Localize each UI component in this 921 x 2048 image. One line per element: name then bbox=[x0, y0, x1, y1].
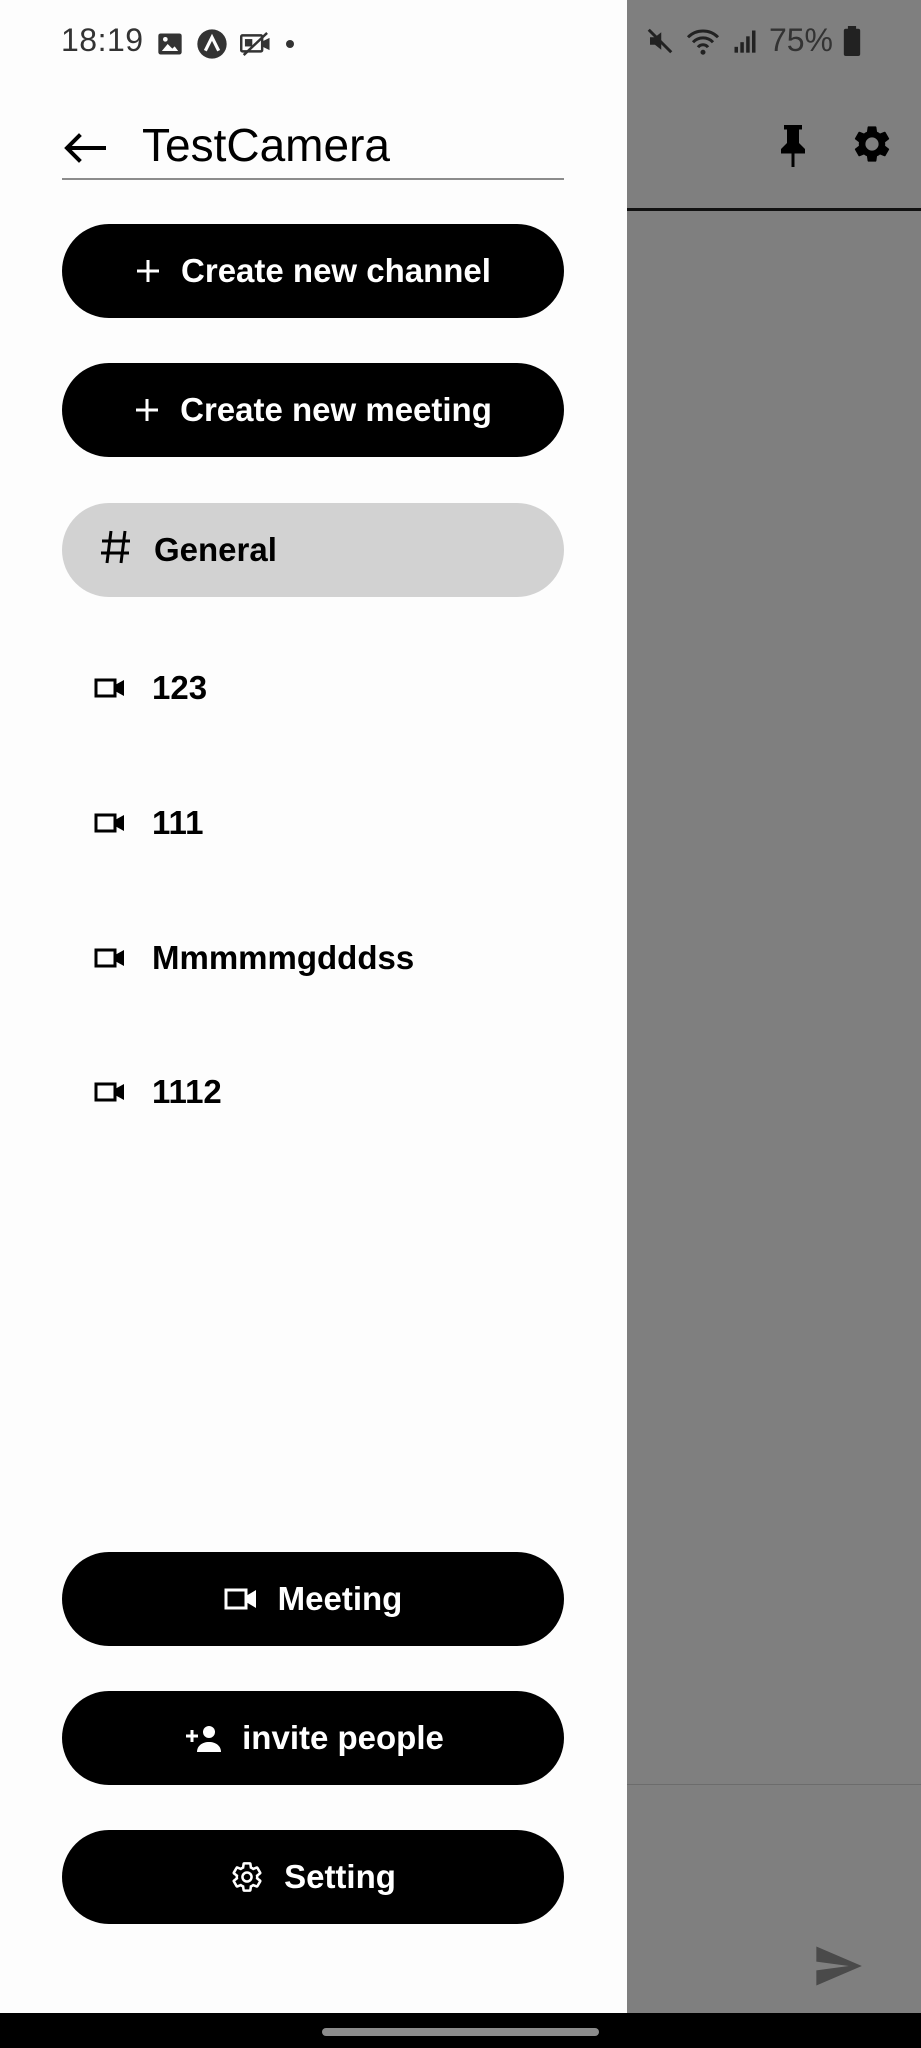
video-camera-icon bbox=[224, 1587, 258, 1611]
status-bar: 18:19 75% bbox=[0, 0, 921, 92]
meeting-item[interactable]: Mmmmmgdddss bbox=[62, 918, 564, 998]
home-gesture-handle[interactable] bbox=[322, 2028, 599, 2036]
notification-icons bbox=[156, 28, 296, 60]
battery-percent: 75% bbox=[768, 22, 833, 58]
wifi-icon bbox=[686, 29, 720, 55]
gallery-icon bbox=[158, 33, 182, 55]
create-meeting-button[interactable]: Create new meeting bbox=[62, 363, 564, 457]
navigation-drawer: TestCamera Create new channel Create new… bbox=[0, 0, 627, 2013]
meeting-item[interactable]: 111 bbox=[62, 783, 564, 863]
setting-button[interactable]: Setting bbox=[62, 1830, 564, 1924]
video-camera-icon bbox=[94, 947, 130, 969]
signal-icon bbox=[734, 30, 756, 53]
send-icon[interactable] bbox=[812, 1940, 864, 1992]
plus-icon bbox=[135, 258, 161, 284]
add-person-icon bbox=[182, 1723, 222, 1753]
create-channel-label: Create new channel bbox=[181, 252, 491, 289]
invite-people-label: invite people bbox=[242, 1719, 444, 1756]
drawer-header: TestCamera bbox=[62, 118, 564, 180]
camera-off-icon bbox=[240, 32, 270, 56]
battery-icon bbox=[843, 25, 861, 56]
back-button[interactable] bbox=[62, 120, 118, 176]
mute-icon bbox=[647, 28, 673, 53]
header-divider bbox=[627, 208, 921, 211]
meeting-label: 1112 bbox=[152, 1073, 222, 1110]
invite-people-button[interactable]: invite people bbox=[62, 1691, 564, 1785]
arrow-left-icon bbox=[64, 133, 106, 163]
meeting-button[interactable]: Meeting bbox=[62, 1552, 564, 1646]
app-logo-icon bbox=[197, 29, 227, 59]
status-time: 18:19 bbox=[61, 22, 144, 58]
dot-icon bbox=[286, 40, 294, 48]
channel-item-general[interactable]: General bbox=[62, 503, 564, 597]
video-camera-icon bbox=[94, 677, 130, 699]
hash-icon bbox=[100, 529, 132, 572]
meeting-item[interactable]: 1112 bbox=[62, 1052, 564, 1132]
pin-icon[interactable] bbox=[775, 122, 811, 170]
meeting-label: 123 bbox=[152, 669, 208, 706]
video-camera-icon bbox=[94, 812, 130, 834]
meeting-label: Mmmmmgdddss bbox=[152, 939, 415, 976]
workspace-title: TestCamera bbox=[142, 119, 390, 171]
create-channel-button[interactable]: Create new channel bbox=[62, 224, 564, 318]
gear-icon[interactable] bbox=[850, 122, 894, 166]
system-status-icons: 75% bbox=[645, 22, 861, 59]
gear-icon bbox=[230, 1860, 264, 1894]
create-meeting-label: Create new meeting bbox=[180, 391, 492, 428]
setting-label: Setting bbox=[284, 1858, 396, 1895]
meeting-item[interactable]: 123 bbox=[62, 648, 564, 728]
meeting-button-label: Meeting bbox=[277, 1580, 403, 1617]
video-camera-icon bbox=[94, 1081, 130, 1103]
system-navigation-bar bbox=[0, 2013, 921, 2048]
composer-divider bbox=[627, 1784, 921, 1785]
plus-icon bbox=[134, 397, 160, 423]
meeting-label: 111 bbox=[152, 804, 204, 841]
channel-label: General bbox=[154, 531, 277, 568]
